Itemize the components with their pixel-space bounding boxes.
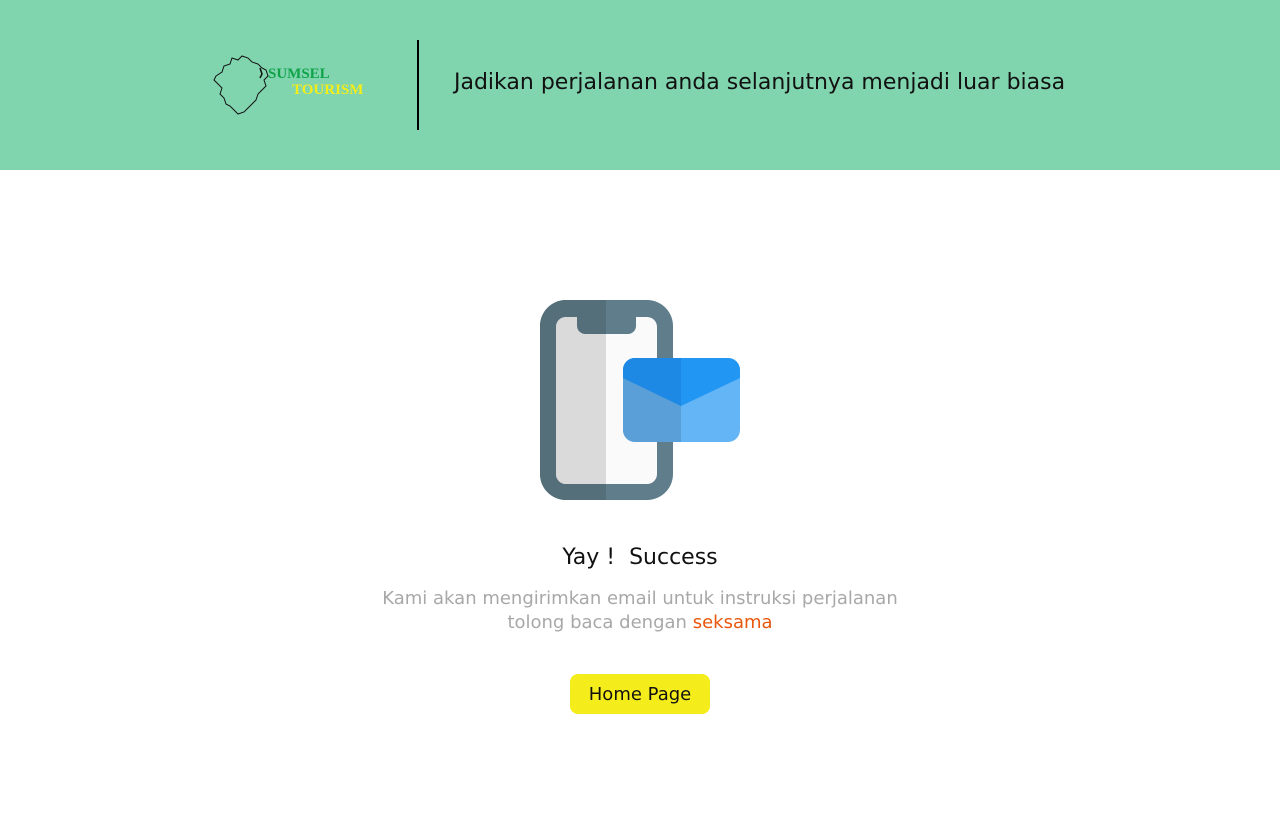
header-divider xyxy=(417,40,419,130)
header-tagline: Jadikan perjalanan anda selanjutnya menj… xyxy=(454,70,1066,95)
home-page-button[interactable]: Home Page xyxy=(570,674,710,714)
success-message: Kami akan mengirimkan email untuk instru… xyxy=(0,587,1280,635)
logo-line2: TOURISM xyxy=(292,82,364,98)
message-line2: tolong baca dengan seksama xyxy=(0,611,1280,635)
message-highlight: seksama xyxy=(692,612,773,633)
message-line1: Kami akan mengirimkan email untuk instru… xyxy=(382,588,898,609)
message-line2-prefix: tolong baca dengan xyxy=(507,612,693,633)
sumatra-selatan-map-icon xyxy=(213,55,269,115)
page: SUMSEL TOURISM Jadikan perjalanan anda s… xyxy=(0,0,1280,832)
success-title: Yay ! Success xyxy=(562,545,718,570)
phone-with-envelope-icon xyxy=(540,300,740,500)
header: SUMSEL TOURISM Jadikan perjalanan anda s… xyxy=(0,0,1280,170)
logo-line1: SUMSEL xyxy=(268,66,330,82)
sumsel-tourism-logo[interactable]: SUMSEL TOURISM xyxy=(212,52,382,118)
